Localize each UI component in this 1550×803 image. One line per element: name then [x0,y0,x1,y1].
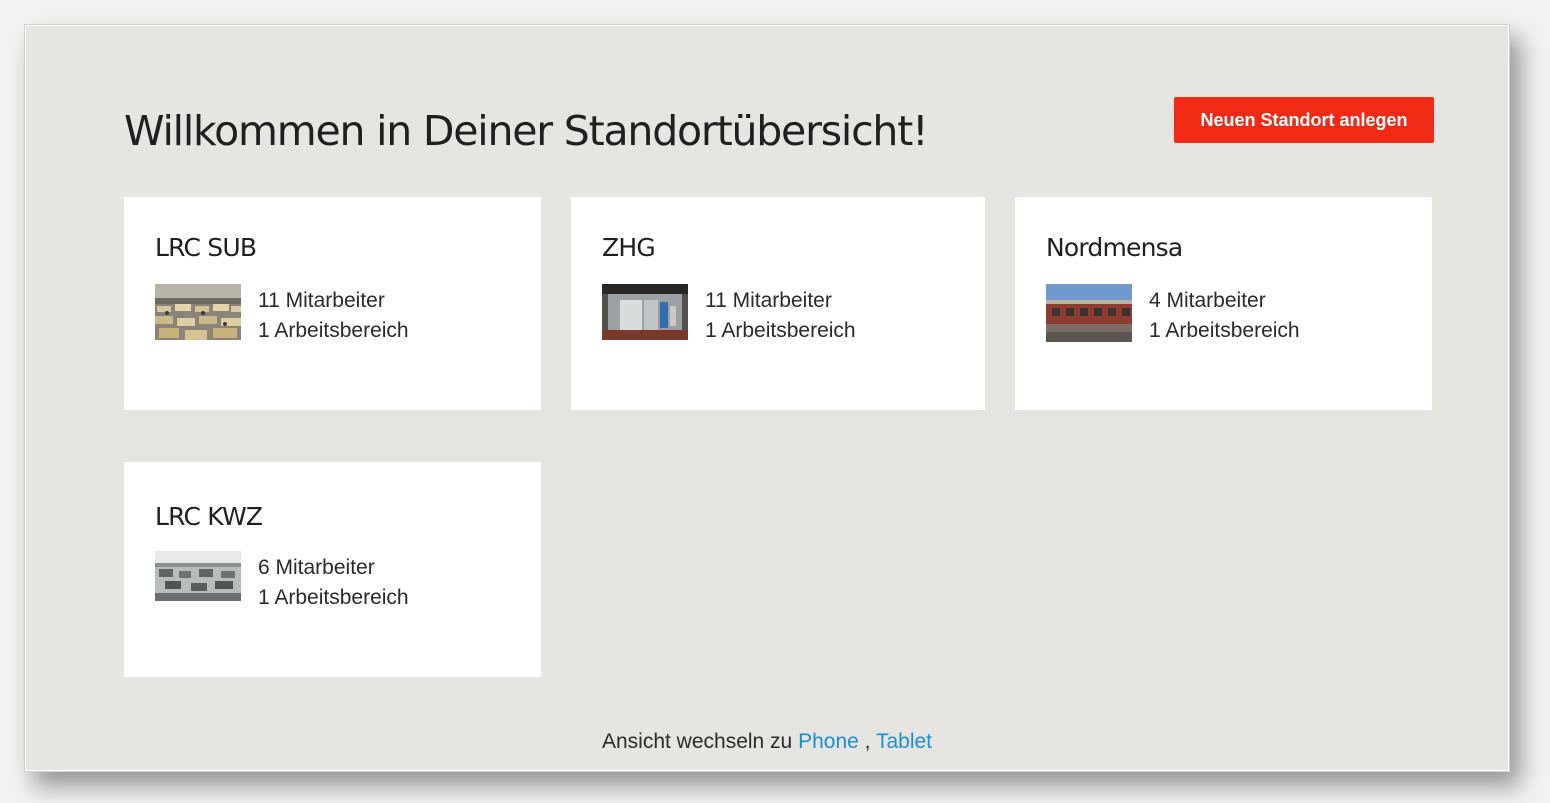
location-card-lrc-kwz[interactable]: LRC KWZ 6 Mitarbeiter 1 Arbeitsbereich [124,462,541,677]
view-switcher: Ansicht wechseln zu Phone , Tablet [25,730,1509,754]
location-stats: 11 Mitarbeiter 1 Arbeitsbereich [705,286,856,346]
tablet-view-link[interactable]: Tablet [876,730,932,753]
location-thumbnail [602,284,688,340]
work-area-count: 1 Arbeitsbereich [258,586,409,609]
location-name: ZHG [602,233,656,262]
employee-count: 11 Mitarbeiter [705,289,832,312]
location-name: Nordmensa [1046,233,1183,262]
location-name: LRC KWZ [155,502,263,531]
work-area-count: 1 Arbeitsbereich [258,319,409,342]
view-switcher-label: Ansicht wechseln zu [601,730,793,753]
employee-count: 6 Mitarbeiter [258,556,375,579]
employee-count: 11 Mitarbeiter [258,289,385,312]
location-thumbnail [155,284,241,340]
employee-count: 4 Mitarbeiter [1149,289,1266,312]
location-thumbnail [155,551,241,601]
location-card-nordmensa[interactable]: Nordmensa 4 Mitarbeiter 1 Arbeitsbereich [1015,197,1432,410]
building-entrance-photo-icon [602,284,688,340]
location-stats: 6 Mitarbeiter 1 Arbeitsbereich [258,553,409,613]
view-switcher-separator: , [864,730,871,753]
study-room-photo-icon [155,551,241,601]
app-frame: Willkommen in Deiner Standortübersicht! … [24,24,1510,772]
work-area-count: 1 Arbeitsbereich [705,319,856,342]
new-location-button[interactable]: Neuen Standort anlegen [1174,97,1434,143]
page-title: Willkommen in Deiner Standortübersicht! [124,107,929,155]
location-stats: 4 Mitarbeiter 1 Arbeitsbereich [1149,286,1300,346]
location-name: LRC SUB [155,233,257,262]
library-room-photo-icon [155,284,241,340]
work-area-count: 1 Arbeitsbereich [1149,319,1300,342]
brick-building-photo-icon [1046,284,1132,342]
phone-view-link[interactable]: Phone [798,730,859,753]
location-card-zhg[interactable]: ZHG 11 Mitarbeiter 1 Arbeitsbereich [571,197,985,410]
location-thumbnail [1046,284,1132,342]
location-stats: 11 Mitarbeiter 1 Arbeitsbereich [258,286,409,346]
location-card-lrc-sub[interactable]: LRC SUB 11 Mitarbeiter 1 Arbeitsbereich [124,197,541,410]
